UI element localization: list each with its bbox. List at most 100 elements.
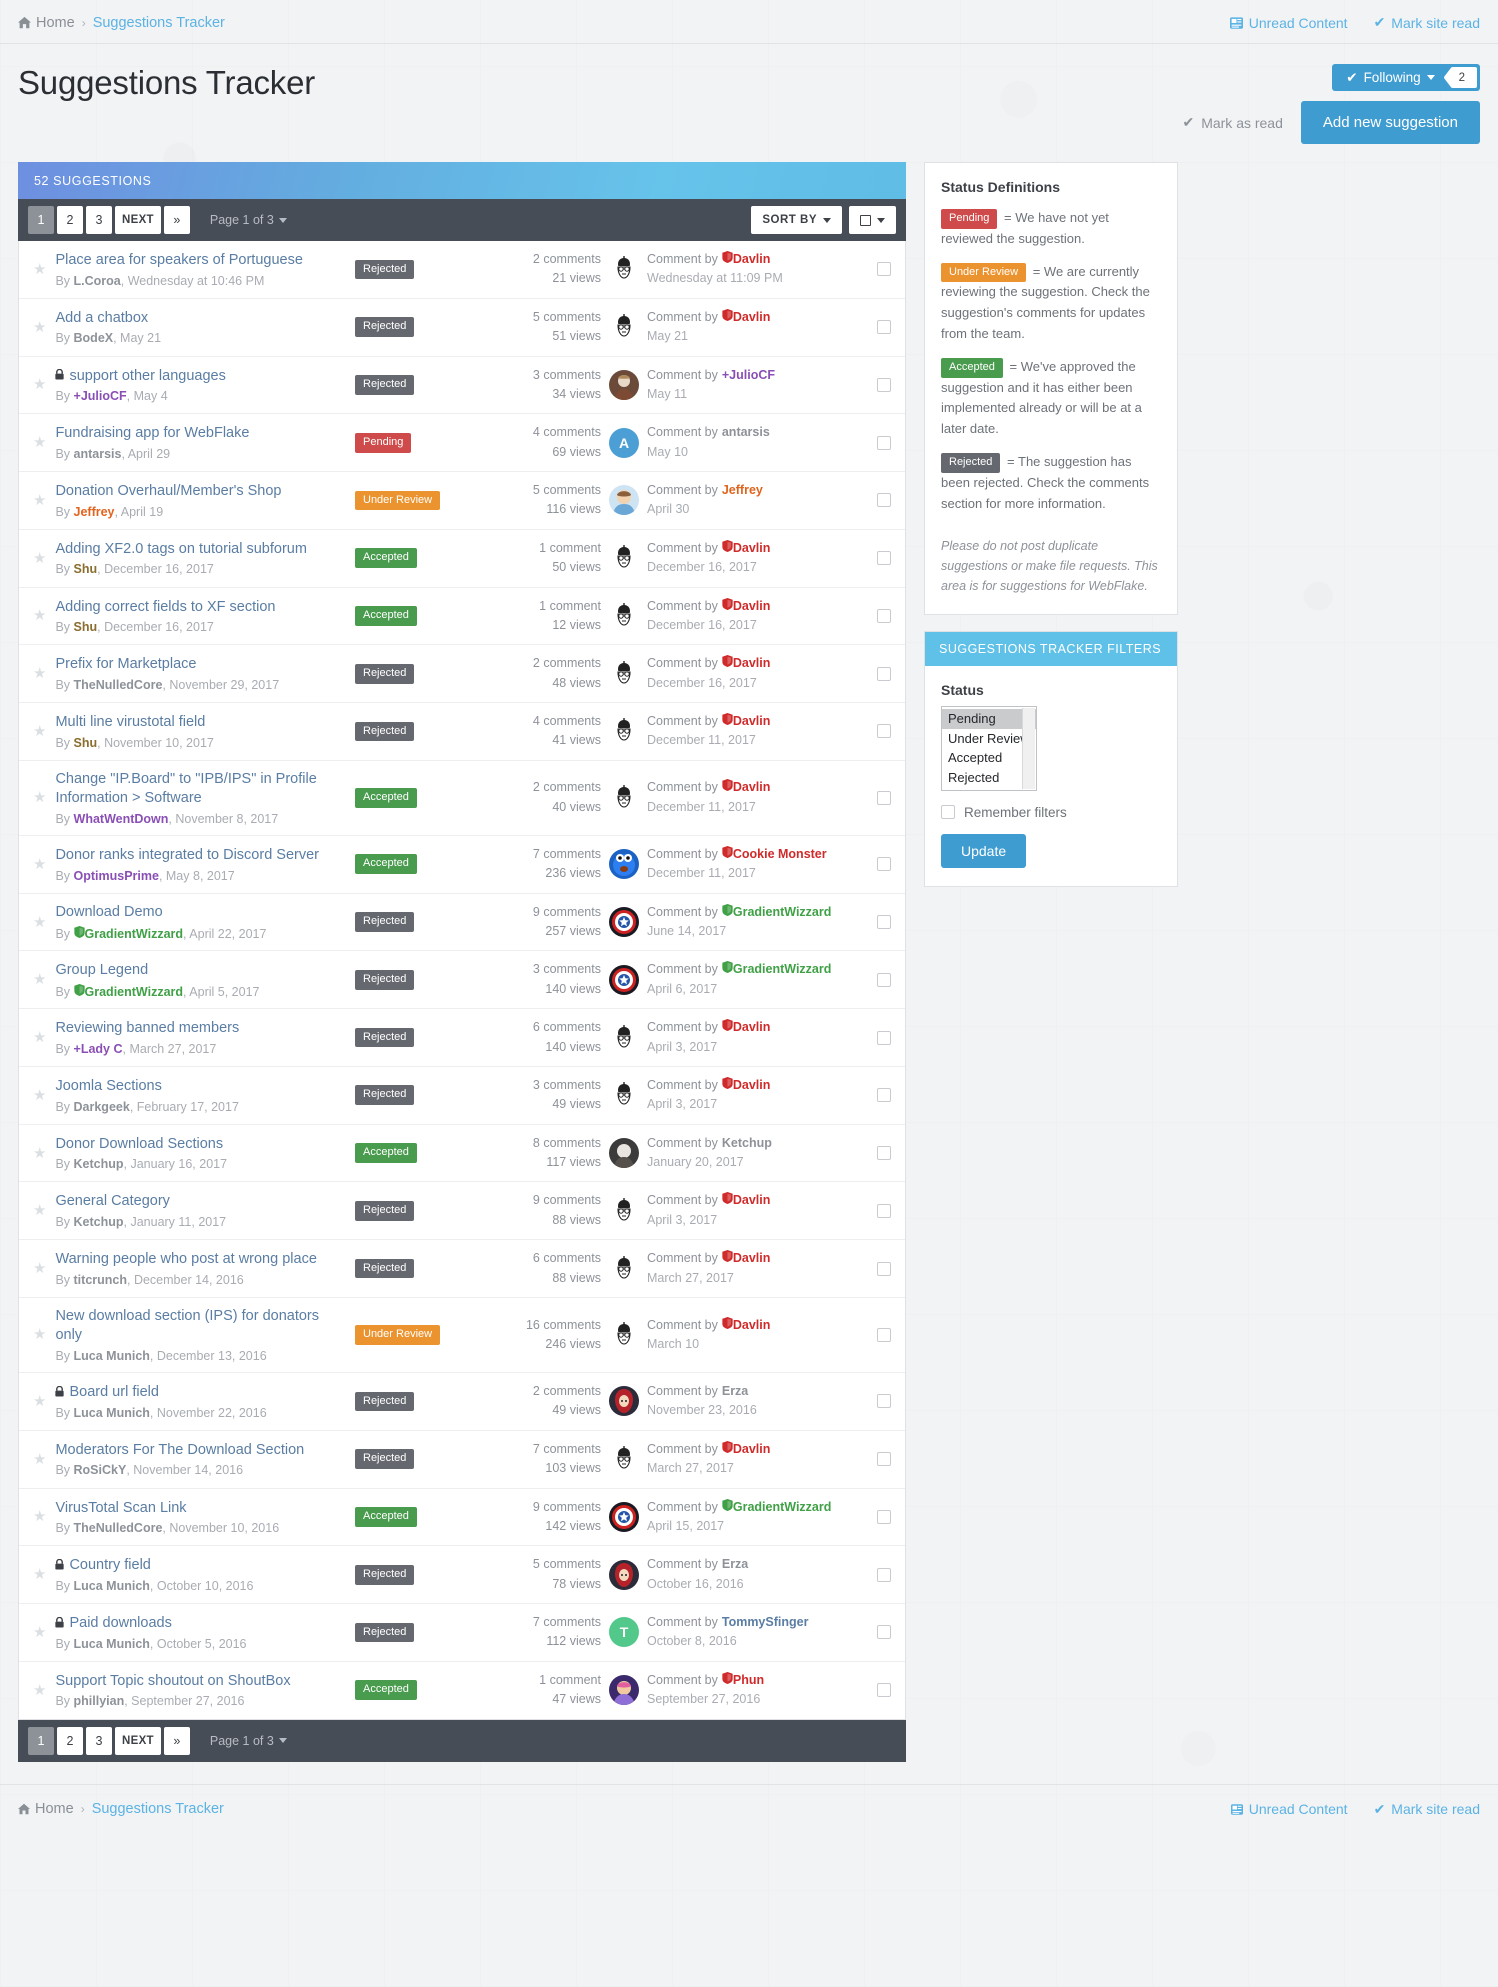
author-link[interactable]: TheNulledCore: [74, 1521, 163, 1535]
favorite-star-icon[interactable]: ★: [33, 1261, 46, 1276]
avatar[interactable]: [601, 658, 647, 689]
author-link[interactable]: +Lady C: [74, 1042, 123, 1056]
table-row[interactable]: ★ General Category By Ketchup, January 11,…: [19, 1182, 905, 1241]
page-2-button[interactable]: 2: [57, 206, 83, 234]
author-link[interactable]: Ketchup: [74, 1215, 124, 1229]
last-comment-user-link[interactable]: Jeffrey: [722, 481, 763, 500]
favorite-star-icon[interactable]: ★: [33, 1452, 46, 1467]
table-row[interactable]: ★ Warning people who post at wrong place B…: [19, 1240, 905, 1298]
suggestion-title-link[interactable]: Donation Overhaul/Member's Shop: [55, 482, 347, 502]
table-row[interactable]: ★ Multi line virustotal field By Shu, Nove…: [19, 703, 905, 761]
row-checkbox[interactable]: [877, 1567, 891, 1582]
author-link[interactable]: Darkgeek: [74, 1100, 130, 1114]
last-comment-user-link[interactable]: Davlin: [722, 1249, 770, 1268]
avatar[interactable]: [601, 1195, 647, 1226]
suggestion-title-link[interactable]: VirusTotal Scan Link: [55, 1499, 347, 1519]
status-filter-listbox[interactable]: Pending Under Review Accepted Rejected: [941, 706, 1037, 791]
table-row[interactable]: ★ VirusTotal Scan Link By TheNulledCore, N…: [19, 1489, 905, 1547]
table-row[interactable]: ★ support other languages By +JulioCF, May…: [19, 357, 905, 415]
author-link[interactable]: Jeffrey: [74, 505, 115, 519]
favorite-star-icon[interactable]: ★: [33, 377, 46, 392]
favorite-star-icon[interactable]: ★: [33, 857, 46, 872]
table-row[interactable]: ★ Reviewing banned members By +Lady C, Mar…: [19, 1009, 905, 1067]
last-comment-user-link[interactable]: antarsis: [722, 423, 770, 442]
author-link[interactable]: Shu: [74, 620, 98, 634]
author-link[interactable]: GradientWizzard: [73, 925, 183, 941]
table-row[interactable]: ★ Group Legend By GradientWizzard, April 5…: [19, 951, 905, 1010]
table-row[interactable]: ★ Paid downloads By Luca Munich, October 5…: [19, 1604, 905, 1662]
suggestion-title-link[interactable]: support other languages: [55, 367, 347, 387]
footer-breadcrumb-home[interactable]: Home: [18, 1801, 74, 1817]
table-row[interactable]: ★ Change "IP.Board" to "IPB/IPS" in Profi…: [19, 761, 905, 836]
table-row[interactable]: ★ Place area for speakers of Portuguese By…: [19, 241, 905, 299]
favorite-star-icon[interactable]: ★: [33, 1509, 46, 1524]
table-row[interactable]: ★ Donation Overhaul/Member's Shop By Jeffr…: [19, 472, 905, 530]
avatar[interactable]: [601, 849, 647, 880]
suggestion-title-link[interactable]: Place area for speakers of Portuguese: [55, 251, 347, 271]
author-link[interactable]: L.Coroa: [74, 274, 121, 288]
avatar[interactable]: [601, 907, 647, 937]
row-checkbox[interactable]: [877, 1452, 891, 1467]
avatar[interactable]: [601, 1501, 647, 1532]
favorite-star-icon[interactable]: ★: [33, 435, 46, 450]
suggestion-title-link[interactable]: New download section (IPS) for donators …: [55, 1307, 347, 1346]
row-checkbox[interactable]: [877, 1509, 891, 1524]
table-row[interactable]: ★ Joomla Sections By Darkgeek, February 17…: [19, 1067, 905, 1125]
table-row[interactable]: ★ Moderators For The Download Section By R…: [19, 1431, 905, 1489]
last-comment-user-link[interactable]: Davlin: [722, 308, 770, 327]
suggestion-title-link[interactable]: Multi line virustotal field: [55, 713, 347, 733]
favorite-star-icon[interactable]: ★: [33, 551, 46, 566]
avatar[interactable]: [601, 1559, 647, 1590]
next-page-button-bottom[interactable]: NEXT: [115, 1726, 161, 1755]
footer-unread-content-link[interactable]: Unread Content: [1230, 1801, 1348, 1817]
avatar[interactable]: [601, 600, 647, 631]
row-checkbox[interactable]: [877, 972, 891, 987]
favorite-star-icon[interactable]: ★: [33, 1567, 46, 1582]
sort-by-button[interactable]: SORT BY: [751, 206, 842, 234]
author-link[interactable]: Ketchup: [74, 1157, 124, 1171]
suggestion-title-link[interactable]: Donor ranks integrated to Discord Server: [55, 846, 347, 866]
suggestion-title-link[interactable]: Support Topic shoutout on ShoutBox: [55, 1672, 347, 1692]
table-row[interactable]: ★ Add a chatbox By BodeX, May 21 Rejected 5 …: [19, 299, 905, 357]
last-page-button[interactable]: »: [163, 206, 190, 234]
table-row[interactable]: ★ Fundraising app for WebFlake By antarsis…: [19, 414, 905, 472]
page-1-button[interactable]: 1: [28, 206, 54, 234]
last-comment-user-link[interactable]: Davlin: [722, 712, 770, 731]
suggestion-title-link[interactable]: Adding correct fields to XF section: [55, 598, 347, 618]
row-checkbox[interactable]: [877, 1683, 891, 1698]
suggestion-title-link[interactable]: Paid downloads: [55, 1614, 347, 1634]
table-row[interactable]: ★ Donor ranks integrated to Discord Serve…: [19, 836, 905, 894]
last-comment-user-link[interactable]: Davlin: [722, 539, 770, 558]
suggestion-title-link[interactable]: Download Demo: [55, 903, 347, 923]
favorite-star-icon[interactable]: ★: [33, 1327, 46, 1342]
row-checkbox[interactable]: [877, 1203, 891, 1218]
last-comment-user-link[interactable]: Davlin: [722, 1440, 770, 1459]
favorite-star-icon[interactable]: ★: [33, 790, 46, 805]
author-link[interactable]: RoSiCkY: [74, 1463, 127, 1477]
add-new-suggestion-button[interactable]: Add new suggestion: [1300, 101, 1480, 144]
favorite-star-icon[interactable]: ★: [33, 493, 46, 508]
suggestion-title-link[interactable]: Prefix for Marketplace: [55, 655, 347, 675]
row-checkbox[interactable]: [877, 1327, 891, 1342]
table-row[interactable]: ★ Donor Download Sections By Ketchup, Janu…: [19, 1125, 905, 1183]
suggestion-title-link[interactable]: Board url field: [55, 1383, 347, 1403]
author-link[interactable]: Luca Munich: [74, 1349, 150, 1363]
author-link[interactable]: +JulioCF: [74, 389, 127, 403]
page-2-button-bottom[interactable]: 2: [57, 1726, 83, 1755]
table-row[interactable]: ★ Country field By Luca Munich, October 10…: [19, 1546, 905, 1604]
breadcrumb-home[interactable]: Home: [18, 15, 75, 31]
page-1-button-bottom[interactable]: 1: [28, 1726, 54, 1755]
last-page-button-bottom[interactable]: »: [163, 1726, 190, 1755]
row-checkbox[interactable]: [877, 857, 891, 872]
avatar[interactable]: [601, 1319, 647, 1350]
avatar[interactable]: [601, 254, 647, 285]
favorite-star-icon[interactable]: ★: [33, 320, 46, 335]
page-3-button[interactable]: 3: [86, 206, 112, 234]
last-comment-user-link[interactable]: GradientWizzard: [722, 1498, 831, 1517]
remember-filters-row[interactable]: Remember filters: [941, 805, 1161, 820]
suggestion-title-link[interactable]: Reviewing banned members: [55, 1019, 347, 1039]
favorite-star-icon[interactable]: ★: [33, 1394, 46, 1409]
favorite-star-icon[interactable]: ★: [33, 666, 46, 681]
avatar[interactable]: [601, 485, 647, 516]
last-comment-user-link[interactable]: TommySfinger: [722, 1613, 809, 1632]
